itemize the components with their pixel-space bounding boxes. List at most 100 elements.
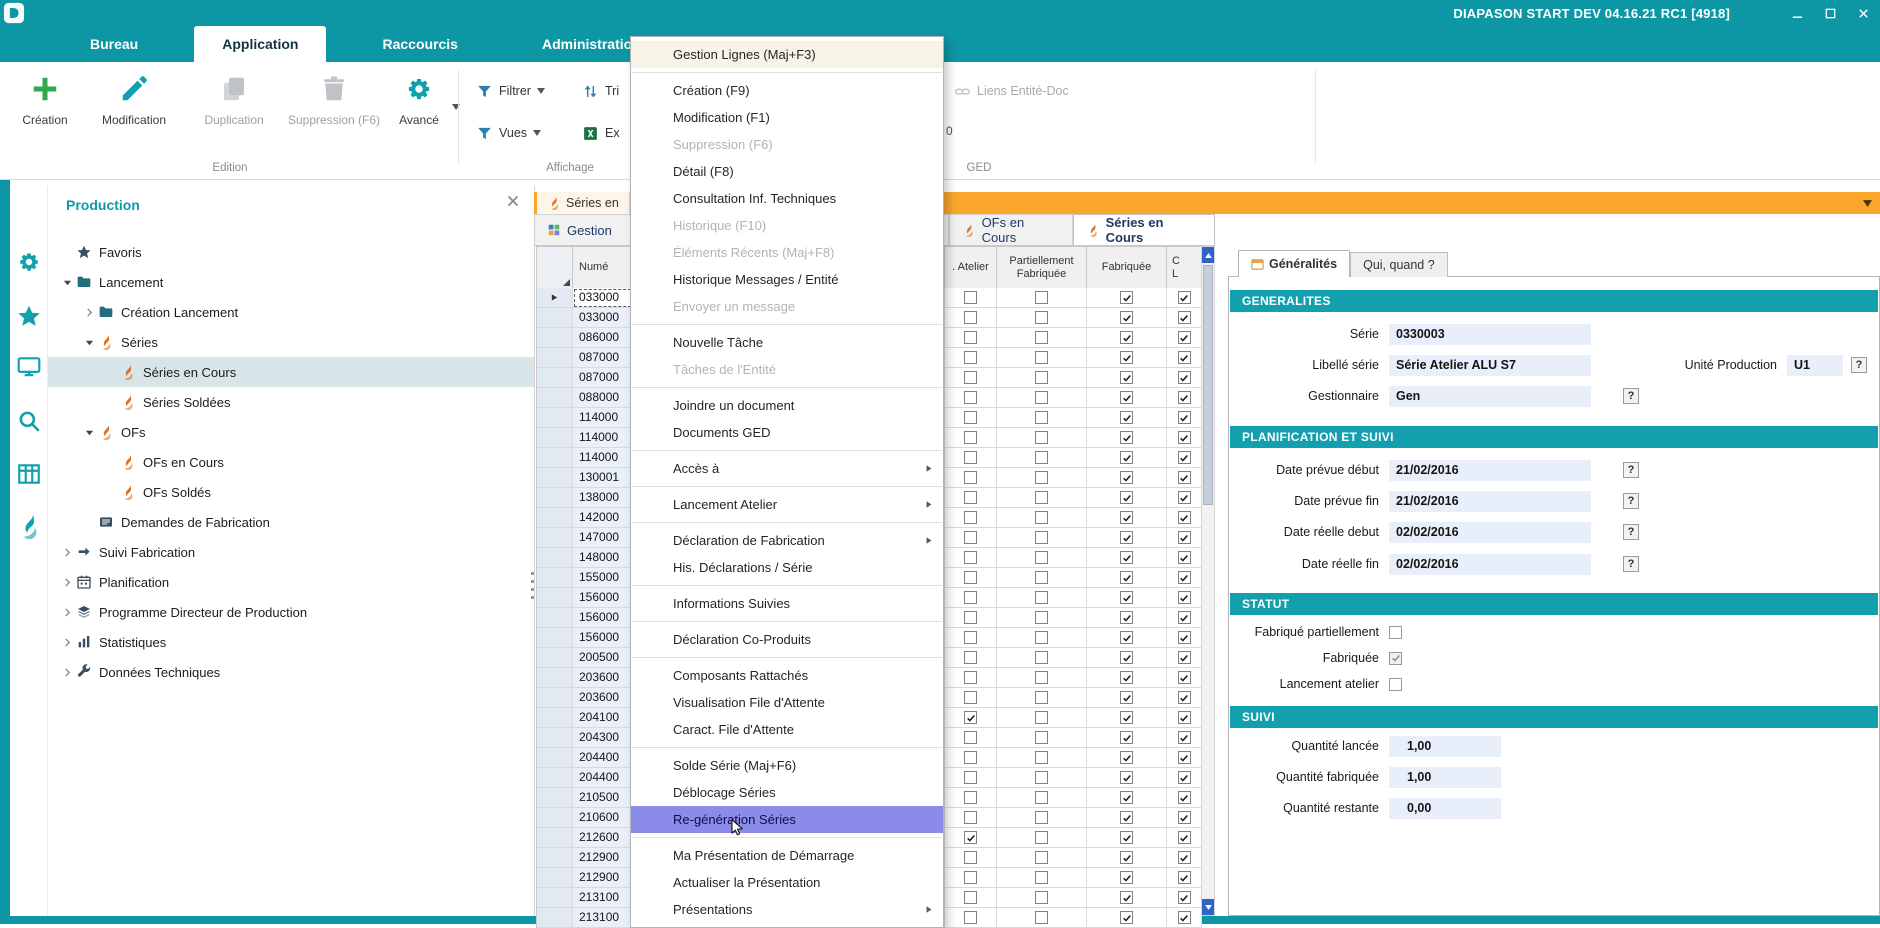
atelier-checkbox[interactable] (964, 291, 977, 304)
fabriquee-cell[interactable] (1087, 868, 1167, 888)
tab-generalites[interactable]: Généralités (1238, 250, 1350, 277)
partiellement-fabriquee-checkbox[interactable] (1035, 791, 1048, 804)
extra-checkbox[interactable] (1178, 411, 1191, 424)
partiellement-cell[interactable] (997, 908, 1087, 928)
row-selector-cell[interactable] (537, 708, 573, 728)
menu-item-actualiser-la-presentation[interactable]: Actualiser la Présentation (631, 869, 943, 896)
extra-cell[interactable] (1167, 768, 1202, 788)
partiellement-fabriquee-checkbox[interactable] (1035, 371, 1048, 384)
creation-button[interactable]: Création (6, 66, 84, 164)
vues-button[interactable]: Vues (470, 120, 547, 146)
partiellement-cell[interactable] (997, 328, 1087, 348)
partiellement-fabriquee-checkbox[interactable] (1035, 911, 1048, 924)
partiellement-fabriquee-checkbox[interactable] (1035, 291, 1048, 304)
extra-checkbox[interactable] (1178, 911, 1191, 924)
menu-item-re-generation-series[interactable]: Re-génération Séries (631, 806, 943, 833)
libelle-field[interactable]: Série Atelier ALU S7 (1389, 355, 1591, 376)
favorites-module-icon[interactable] (16, 303, 42, 329)
fabriquee-cell[interactable] (1087, 348, 1167, 368)
atelier-cell[interactable] (945, 308, 997, 328)
partiellement-cell[interactable] (997, 708, 1087, 728)
production-module-icon[interactable] (16, 513, 42, 539)
atelier-cell[interactable] (945, 488, 997, 508)
row-selector-cell[interactable] (537, 748, 573, 768)
extra-checkbox[interactable] (1178, 791, 1191, 804)
filtrer-button[interactable]: Filtrer (470, 78, 551, 104)
extra-checkbox[interactable] (1178, 871, 1191, 884)
partiellement-fabriquee-checkbox[interactable] (1035, 711, 1048, 724)
fabriquee-checkbox[interactable] (1120, 571, 1133, 584)
fabriquee-checkbox[interactable] (1120, 851, 1133, 864)
menu-item-gestion-lignes-maj-f3[interactable]: Gestion Lignes (Maj+F3) (631, 41, 943, 68)
atelier-cell[interactable] (945, 408, 997, 428)
atelier-cell[interactable] (945, 708, 997, 728)
partiellement-fabriquee-checkbox[interactable] (1035, 591, 1048, 604)
row-selector-cell[interactable] (537, 588, 573, 608)
fabriquee-cell[interactable] (1087, 728, 1167, 748)
partiellement-cell[interactable] (997, 868, 1087, 888)
expand-arrow-icon[interactable] (80, 337, 98, 347)
vertical-scrollbar[interactable] (1201, 246, 1215, 916)
ribbon-tab-application[interactable]: Application (194, 26, 326, 62)
row-selector-cell[interactable] (537, 788, 573, 808)
partiellement-cell[interactable] (997, 408, 1087, 428)
fabriquee-checkbox[interactable] (1120, 491, 1133, 504)
partiellement-fabriquee-checkbox[interactable] (1035, 811, 1048, 824)
atelier-checkbox[interactable] (964, 711, 977, 724)
atelier-checkbox[interactable] (964, 791, 977, 804)
menu-item-documents-ged[interactable]: Documents GED (631, 419, 943, 446)
atelier-cell[interactable] (945, 288, 997, 308)
partiellement-fabriquee-checkbox[interactable] (1035, 671, 1048, 684)
atelier-checkbox[interactable] (964, 491, 977, 504)
menu-item-declaration-co-produits[interactable]: Déclaration Co-Produits (631, 626, 943, 653)
fabriquee-checkbox[interactable] (1120, 651, 1133, 664)
fabriquee-checkbox[interactable] (1120, 911, 1133, 924)
fabriquee-cell[interactable] (1087, 768, 1167, 788)
partiellement-cell[interactable] (997, 728, 1087, 748)
menu-item-acces-a[interactable]: Accès à (631, 455, 943, 482)
extra-checkbox[interactable] (1178, 751, 1191, 764)
partiellement-cell[interactable] (997, 788, 1087, 808)
atelier-cell[interactable] (945, 508, 997, 528)
extra-cell[interactable] (1167, 388, 1202, 408)
atelier-checkbox[interactable] (964, 571, 977, 584)
row-selector-cell[interactable] (537, 468, 573, 488)
partiellement-cell[interactable] (997, 528, 1087, 548)
fabriquee-cell[interactable] (1087, 908, 1167, 928)
row-selector-cell[interactable] (537, 728, 573, 748)
menu-item-deblocage-series[interactable]: Déblocage Séries (631, 779, 943, 806)
tab-qui-quand[interactable]: Qui, quand ? (1350, 252, 1448, 277)
fabriquee-cell[interactable] (1087, 528, 1167, 548)
tree-item-series[interactable]: Séries (48, 327, 534, 357)
atelier-checkbox[interactable] (964, 611, 977, 624)
partiellement-cell[interactable] (997, 548, 1087, 568)
atelier-checkbox[interactable] (964, 691, 977, 704)
atelier-cell[interactable] (945, 388, 997, 408)
atelier-cell[interactable] (945, 588, 997, 608)
extra-checkbox[interactable] (1178, 511, 1191, 524)
table-corner-cell[interactable] (537, 247, 573, 289)
fabriquee-checkbox[interactable] (1120, 811, 1133, 824)
fabriquee-cell[interactable] (1087, 668, 1167, 688)
extra-cell[interactable] (1167, 548, 1202, 568)
row-selector-cell[interactable] (537, 648, 573, 668)
row-selector-cell[interactable] (537, 448, 573, 468)
extra-cell[interactable] (1167, 368, 1202, 388)
fabriquee-checkbox[interactable] (1120, 471, 1133, 484)
partiellement-fabriquee-checkbox[interactable] (1035, 311, 1048, 324)
fabriquee-checkbox[interactable] (1120, 711, 1133, 724)
row-selector-cell[interactable] (537, 668, 573, 688)
fabriquee-checkbox[interactable] (1120, 751, 1133, 764)
partiellement-fabriquee-checkbox[interactable] (1035, 631, 1048, 644)
atelier-cell[interactable] (945, 668, 997, 688)
row-selector-cell[interactable] (537, 908, 573, 928)
scroll-down-button[interactable] (1202, 899, 1214, 915)
extra-checkbox[interactable] (1178, 851, 1191, 864)
fabriquee-checkbox[interactable] (1120, 551, 1133, 564)
fabriquee-checkbox[interactable] (1120, 791, 1133, 804)
partiellement-cell[interactable] (997, 828, 1087, 848)
fabriquee-cell[interactable] (1087, 488, 1167, 508)
help-button[interactable]: ? (1623, 556, 1639, 572)
menu-item-creation-f9[interactable]: Création (F9) (631, 77, 943, 104)
partiellement-fabriquee-checkbox[interactable] (1035, 871, 1048, 884)
